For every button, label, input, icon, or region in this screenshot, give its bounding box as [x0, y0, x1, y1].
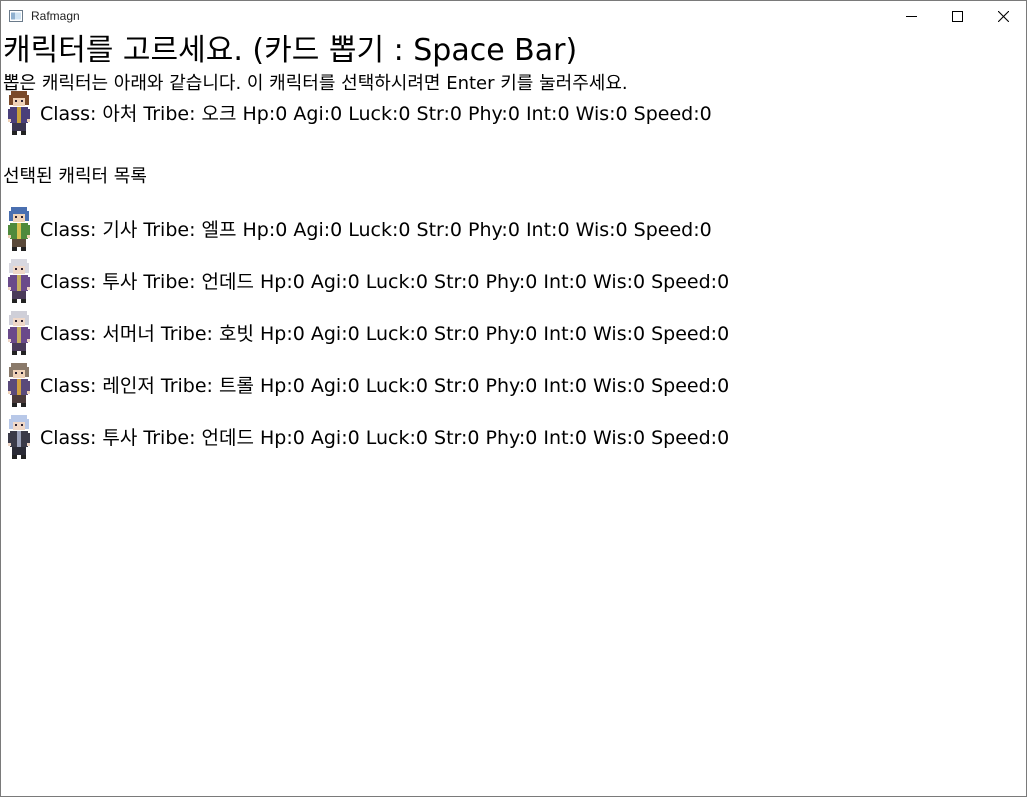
character-sprite-icon	[8, 91, 30, 135]
selected-character-row: Class: 투사 Tribe: 언데드 Hp:0 Agi:0 Luck:0 S…	[5, 413, 905, 461]
selected-character-row: Class: 기사 Tribe: 엘프 Hp:0 Agi:0 Luck:0 St…	[5, 205, 905, 253]
title-bar[interactable]: Rafmagn	[1, 1, 1026, 32]
character-sprite-icon	[8, 363, 30, 407]
selected-character-row: Class: 투사 Tribe: 언데드 Hp:0 Agi:0 Luck:0 S…	[5, 257, 905, 305]
character-sprite-icon	[8, 311, 30, 355]
close-icon	[997, 11, 1009, 22]
selected-character-row: Class: 레인저 Tribe: 트롤 Hp:0 Agi:0 Luck:0 S…	[5, 361, 905, 409]
selected-character-info: Class: 투사 Tribe: 언데드 Hp:0 Agi:0 Luck:0 S…	[40, 427, 730, 449]
maximize-icon	[951, 11, 963, 22]
character-sprite-icon	[8, 415, 30, 459]
selected-character-info: Class: 투사 Tribe: 언데드 Hp:0 Agi:0 Luck:0 S…	[40, 271, 730, 293]
drawn-character-row: Class: 아처 Tribe: 오크 Hp:0 Agi:0 Luck:0 St…	[5, 89, 905, 137]
selected-list-title: 선택된 캐릭터 목록	[3, 166, 147, 187]
drawn-character-info: Class: 아처 Tribe: 오크 Hp:0 Agi:0 Luck:0 St…	[40, 103, 712, 125]
maximize-button[interactable]	[934, 1, 980, 32]
app-window: Rafmagn 캐릭터를 고르세요. (카드 뽑기 : Space Bar) 뽑…	[0, 0, 1027, 797]
selected-character-info: Class: 서머너 Tribe: 호빗 Hp:0 Agi:0 Luck:0 S…	[40, 323, 730, 345]
selected-character-row: Class: 서머너 Tribe: 호빗 Hp:0 Agi:0 Luck:0 S…	[5, 309, 905, 357]
character-sprite-icon	[8, 259, 30, 303]
selected-character-info: Class: 레인저 Tribe: 트롤 Hp:0 Agi:0 Luck:0 S…	[40, 375, 730, 397]
game-screen[interactable]: 캐릭터를 고르세요. (카드 뽑기 : Space Bar) 뽑은 캐릭터는 아…	[1, 32, 1026, 796]
selected-character-info: Class: 기사 Tribe: 엘프 Hp:0 Agi:0 Luck:0 St…	[40, 219, 712, 241]
page-title: 캐릭터를 고르세요. (카드 뽑기 : Space Bar)	[3, 33, 578, 68]
minimize-icon	[905, 16, 917, 17]
app-icon	[9, 10, 23, 22]
character-sprite-icon	[8, 207, 30, 251]
close-button[interactable]	[980, 1, 1026, 32]
minimize-button[interactable]	[888, 1, 934, 32]
window-title: Rafmagn	[31, 9, 80, 23]
